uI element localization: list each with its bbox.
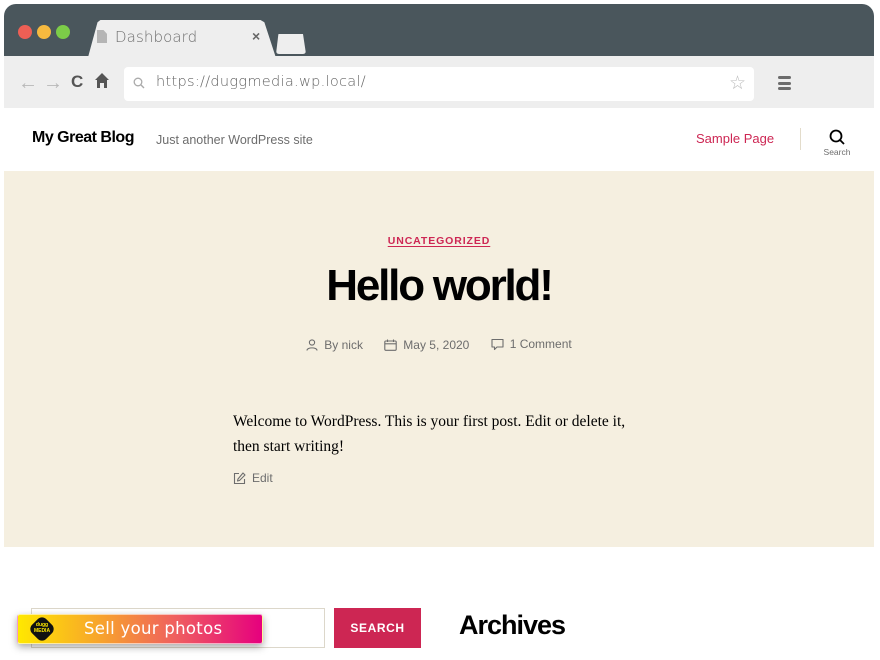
site-title-link[interactable]: My Great Blog bbox=[32, 129, 134, 147]
maximize-window-button[interactable] bbox=[56, 25, 70, 39]
search-icon bbox=[133, 77, 145, 89]
address-bar[interactable]: https://duggmedia.wp.local/ ☆ bbox=[124, 67, 754, 101]
post-author-text: By nick bbox=[324, 337, 363, 352]
promo-label: Sell your photos bbox=[84, 619, 223, 638]
header-divider bbox=[800, 128, 801, 150]
user-icon bbox=[306, 338, 318, 351]
edit-icon bbox=[233, 471, 246, 484]
home-icon[interactable] bbox=[94, 72, 110, 90]
archives-heading: Archives bbox=[459, 610, 566, 640]
search-button[interactable]: SEARCH bbox=[334, 608, 421, 648]
new-tab-button[interactable] bbox=[276, 34, 306, 54]
post-author[interactable]: By nick bbox=[306, 338, 363, 352]
minimize-window-button[interactable] bbox=[37, 25, 51, 39]
header-search-toggle[interactable]: Search bbox=[821, 129, 853, 165]
close-window-button[interactable] bbox=[18, 25, 32, 39]
bookmark-star-icon[interactable]: ☆ bbox=[729, 72, 746, 95]
post-hero: UNCATEGORIZED Hello world! By nick May 5… bbox=[4, 171, 874, 547]
forward-arrow-icon[interactable]: → bbox=[43, 73, 63, 93]
search-toggle-label: Search bbox=[823, 147, 851, 157]
post-comments-text: 1 Comment bbox=[509, 337, 572, 351]
browser-tab[interactable]: Dashboard × bbox=[82, 20, 276, 58]
site-header: My Great Blog Just another WordPress sit… bbox=[4, 108, 874, 171]
web-page: My Great Blog Just another WordPress sit… bbox=[4, 108, 874, 660]
post-comments[interactable]: 1 Comment bbox=[491, 337, 572, 351]
edit-label: Edit bbox=[252, 471, 273, 485]
browser-toolbar: ← → C https://duggmedia.wp.local/ ☆ bbox=[4, 56, 874, 108]
post-title[interactable]: Hello world! bbox=[4, 261, 874, 311]
tab-title: Dashboard bbox=[115, 28, 198, 46]
post-category: UNCATEGORIZED bbox=[4, 231, 874, 249]
browser-window: Dashboard × ← → C https://duggmedia.wp.l… bbox=[4, 4, 874, 660]
post-content: Welcome to WordPress. This is your first… bbox=[233, 413, 626, 455]
search-icon bbox=[829, 129, 845, 145]
close-tab-icon[interactable]: × bbox=[252, 28, 260, 44]
post-meta: By nick May 5, 2020 1 Comment bbox=[4, 337, 874, 354]
browser-titlebar: Dashboard × bbox=[4, 4, 874, 58]
comment-icon bbox=[491, 338, 504, 350]
site-description: Just another WordPress site bbox=[156, 133, 313, 147]
calendar-icon bbox=[384, 339, 398, 351]
sell-photos-promo-button[interactable]: dugg MEDIA Sell your photos bbox=[17, 614, 263, 644]
url-text[interactable]: https://duggmedia.wp.local/ bbox=[156, 74, 366, 90]
post-date[interactable]: May 5, 2020 bbox=[384, 338, 469, 352]
post-date-text: May 5, 2020 bbox=[403, 337, 470, 352]
back-arrow-icon[interactable]: ← bbox=[18, 73, 38, 93]
logo-text: dugg MEDIA bbox=[33, 622, 51, 634]
category-link[interactable]: UNCATEGORIZED bbox=[388, 235, 491, 247]
nav-item-sample-page[interactable]: Sample Page bbox=[696, 131, 774, 146]
reload-icon[interactable]: C bbox=[71, 72, 83, 92]
edit-post-link[interactable]: Edit bbox=[233, 471, 273, 485]
browser-menu-icon[interactable] bbox=[778, 76, 791, 90]
